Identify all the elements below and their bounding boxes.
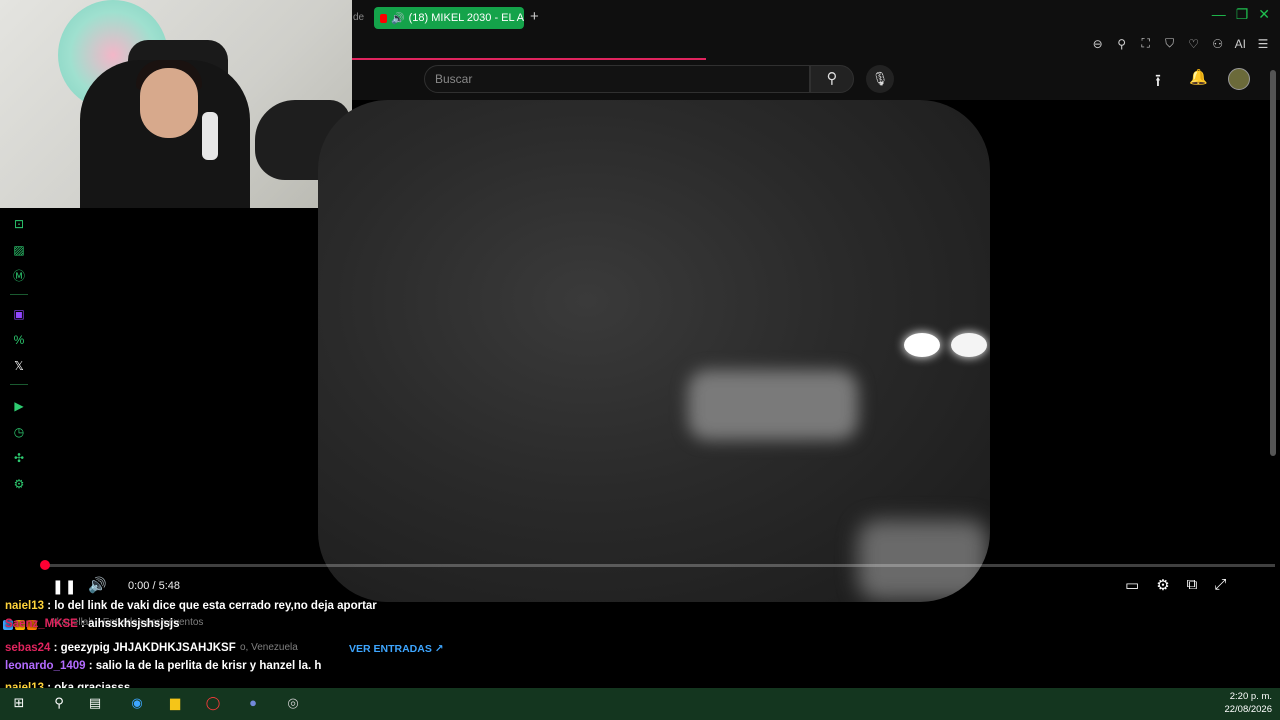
video-highlight <box>858 520 988 600</box>
video-highlight <box>688 370 858 440</box>
speaker-icon: 🔊 <box>390 12 405 25</box>
play-circle-icon[interactable]: ▶ <box>11 398 27 414</box>
opera-icon[interactable]: ◯ <box>204 694 222 712</box>
x-icon[interactable]: 𝕏 <box>11 358 27 374</box>
microphone <box>202 112 218 160</box>
chat-text: : geezypig JHJAKDHKJSAHJKSF <box>50 642 236 654</box>
edge-icon[interactable]: ◉ <box>128 694 146 712</box>
taskbar-clock[interactable]: 2:20 p. m. 22/08/2026 <box>1224 690 1272 716</box>
active-tab[interactable]: 🔊 (18) MIKEL 2030 - EL A <box>374 7 524 29</box>
fullscreen-icon[interactable]: ⤢ <box>1214 576 1226 594</box>
subtitles-icon[interactable]: ▭ <box>1125 576 1139 594</box>
twitch-icon[interactable]: ▣ <box>11 306 27 322</box>
sidebar-divider <box>10 384 28 385</box>
obs-icon[interactable]: ◎ <box>284 694 302 712</box>
webcam-overlay <box>0 0 352 208</box>
heart-icon[interactable]: ♡ <box>1187 37 1201 51</box>
menu-icon[interactable]: ☰ <box>1256 37 1270 51</box>
shield-icon[interactable]: ⛉ <box>1163 36 1177 51</box>
pin-icon[interactable]: ⚲ <box>1115 37 1129 51</box>
player-right-controls: ▭ ⚙ ⧉ ⤢ <box>1125 576 1226 594</box>
chat-message: Saenz_MKSE : aihsskhsjshsjsjs <box>5 618 180 630</box>
avatar[interactable] <box>1228 68 1250 90</box>
theater-mode-icon[interactable]: ⧉ <box>1187 576 1198 594</box>
pause-icon: ❚❚ <box>52 578 78 594</box>
upload-icon: ⭱ <box>1155 71 1161 90</box>
video-progress-bar[interactable] <box>45 564 1275 567</box>
browser-toolbar: ⊖ ⚲ ⛶ ⛉ ♡ ⚇ AI ☰ <box>1091 36 1270 51</box>
upload-button[interactable]: ⭱ <box>1155 68 1161 97</box>
m-app-icon[interactable]: Ⓜ <box>11 268 27 284</box>
task-view-icon[interactable]: ▤ <box>86 694 104 712</box>
previous-tab-fragment[interactable]: de <box>353 12 364 23</box>
chat-username[interactable]: sebas24 <box>5 642 50 654</box>
sidebar-divider <box>10 294 28 295</box>
page-scrollbar[interactable] <box>1270 70 1276 456</box>
video-frame[interactable] <box>318 100 990 602</box>
chat-username[interactable]: leonardo_1409 <box>5 660 86 672</box>
youtube-icon <box>380 13 387 23</box>
microphone-icon: 🎙 <box>871 71 889 86</box>
ai-button[interactable]: AI <box>1235 37 1246 51</box>
glowing-eye-left <box>904 333 940 357</box>
robot-icon[interactable]: ⊡ <box>11 216 27 232</box>
glowing-eye-right <box>951 333 987 357</box>
volume-icon: 🔊 <box>88 577 107 594</box>
minimize-icon[interactable]: — <box>1212 6 1226 23</box>
voice-search-button[interactable]: 🎙 <box>866 65 894 93</box>
chat-message: naiel13 : lo del link de vaki dice que e… <box>5 600 377 612</box>
windows-start-icon[interactable]: ⊞ <box>10 694 28 712</box>
settings-icon[interactable]: ⚙ <box>1156 576 1169 594</box>
screenshot-icon[interactable]: ⛶ <box>1139 36 1153 51</box>
volume-button[interactable]: 🔊 <box>88 576 107 594</box>
gear-icon[interactable]: ⚙ <box>11 476 27 492</box>
restore-icon[interactable]: ❐ <box>1236 6 1249 23</box>
profile-icon[interactable]: ⚇ <box>1211 37 1225 51</box>
zoom-out-icon[interactable]: ⊖ <box>1091 37 1105 51</box>
clock-date: 22/08/2026 <box>1224 704 1272 715</box>
close-icon[interactable]: ✕ <box>1258 6 1270 23</box>
notifications-button[interactable]: 🔔 <box>1189 68 1208 86</box>
striped-square-icon[interactable]: ▨ <box>11 242 27 258</box>
folder-icon[interactable]: ▆ <box>166 694 184 712</box>
youtube-header: Buscar ⚲ 🎙 ⭱ 🔔 <box>352 60 1280 100</box>
active-tab-label: (18) MIKEL 2030 - EL A <box>408 12 524 24</box>
discord-icon[interactable]: ● <box>244 694 262 712</box>
streamer-head <box>140 68 198 138</box>
puzzle-icon[interactable]: ✣ <box>11 450 27 466</box>
chat-username[interactable]: Saenz_MKSE <box>5 618 78 630</box>
chat-text: : aihsskhsjshsjsjs <box>77 618 180 630</box>
search-button[interactable]: ⚲ <box>810 65 854 93</box>
search-icon: ⚲ <box>826 70 838 87</box>
video-timecode: 0:00 / 5:48 <box>128 580 180 592</box>
new-tab-button[interactable]: + <box>530 8 539 25</box>
progress-scrubber[interactable] <box>40 560 50 570</box>
clock-time: 2:20 p. m. <box>1229 691 1272 702</box>
browser-sidebar: ⊡ ▨ Ⓜ ▣ % 𝕏 ▶ ◷ ✣ ⚙ <box>0 208 38 602</box>
window-controls: — ❐ ✕ <box>1212 6 1270 23</box>
search-input[interactable]: Buscar <box>424 65 810 93</box>
bell-icon: 🔔 <box>1189 69 1208 86</box>
percent-icon[interactable]: % <box>11 332 27 348</box>
chat-message: leonardo_1409 : salio la de la perlita d… <box>5 660 321 672</box>
pause-button[interactable]: ❚❚ <box>52 578 77 595</box>
windows-taskbar <box>0 688 1280 720</box>
search-icon[interactable]: ⚲ <box>50 694 68 712</box>
chat-text: : salio la de la perlita de krisr y hanz… <box>85 660 322 672</box>
chat-message: sebas24 : geezypig JHJAKDHKJSAHJKSF <box>5 642 236 654</box>
browser-tab-bar: de 🔊 (18) MIKEL 2030 - EL A + — ❐ ✕ ⊖ ⚲ … <box>352 0 1280 60</box>
clock-icon[interactable]: ◷ <box>11 424 27 440</box>
chat-text: : lo del link de vaki dice que esta cerr… <box>44 600 377 612</box>
chat-username[interactable]: naiel13 <box>5 600 44 612</box>
